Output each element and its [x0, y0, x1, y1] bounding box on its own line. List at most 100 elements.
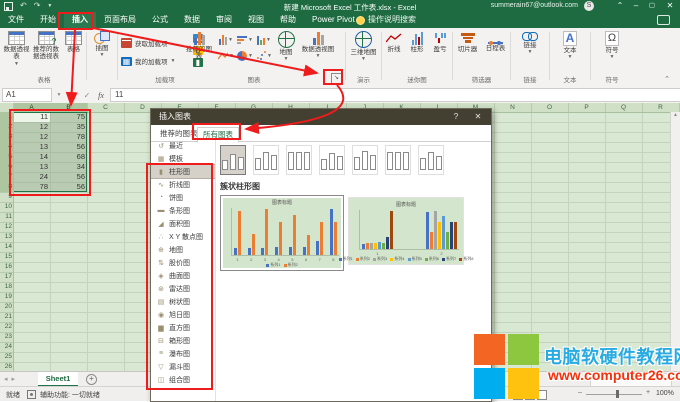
avatar[interactable]: S	[584, 1, 594, 11]
vertical-scrollbar[interactable]: ▲	[670, 112, 680, 371]
column-header-O[interactable]: O	[531, 103, 569, 112]
sparkline-line-button[interactable]: 折线	[383, 31, 405, 53]
symbols-button[interactable]: Ω 符号▼	[599, 31, 625, 59]
column-header-C[interactable]: C	[87, 103, 125, 112]
formula-bar-input[interactable]: 11	[110, 88, 680, 102]
column-header-N[interactable]: N	[494, 103, 532, 112]
cell-B1[interactable]: 75	[50, 112, 85, 122]
text-button[interactable]: A 文本▼	[557, 31, 583, 59]
recommended-pivottables-button[interactable]: 推荐的数据透视表	[31, 31, 61, 61]
chart-type-item[interactable]: ◫组合图	[151, 373, 215, 386]
new-sheet-icon[interactable]: +	[86, 374, 97, 385]
chart-type-item[interactable]: ◔饼图	[151, 191, 215, 204]
chart-type-item[interactable]: ⇅股价图	[151, 256, 215, 269]
maximize-icon[interactable]: ▢	[646, 1, 658, 11]
column-header-P[interactable]: P	[568, 103, 606, 112]
chart-type-item[interactable]: ▮柱形图	[151, 165, 215, 178]
chart-type-item[interactable]: ▬条形图	[151, 204, 215, 217]
minimize-icon[interactable]: –	[630, 1, 642, 11]
ribbon-tab-help[interactable]: 帮助	[272, 12, 304, 28]
cell-A1[interactable]: 11	[13, 112, 48, 122]
cell-B2[interactable]: 35	[50, 122, 85, 132]
macro-record-icon[interactable]	[27, 390, 36, 399]
column-header-R[interactable]: R	[642, 103, 680, 112]
account-email[interactable]: summerain67@outlook.com	[491, 2, 578, 9]
chart-type-item[interactable]: ▤树状图	[151, 295, 215, 308]
pivotchart-button[interactable]: 数据透视图▼	[300, 31, 336, 58]
chart-type-item[interactable]: ▆直方图	[151, 321, 215, 334]
column-subtype-thumb-2[interactable]	[253, 145, 279, 175]
cell-B4[interactable]: 56	[50, 142, 85, 152]
chart-type-item[interactable]: ⊟箱形图	[151, 334, 215, 347]
cell-A8[interactable]: 78	[13, 182, 48, 192]
insert-function-icon[interactable]: fx	[94, 91, 108, 100]
column-header-A[interactable]: A	[13, 103, 51, 113]
redo-icon[interactable]: ↷	[34, 1, 41, 11]
insert-column-chart-icon[interactable]: ▼	[218, 33, 234, 46]
collapse-ribbon-icon[interactable]: ⌃	[664, 75, 670, 83]
sheet-nav-arrows[interactable]: ◂▸	[4, 375, 19, 383]
column-subtype-thumb-4[interactable]	[319, 145, 345, 175]
chart-type-item[interactable]: ∿折线图	[151, 178, 215, 191]
table-button[interactable]: 表格	[62, 31, 85, 53]
slicer-button[interactable]: 切片器	[454, 31, 481, 53]
cell-B5[interactable]: 68	[50, 152, 85, 162]
row-header-26[interactable]: 26	[0, 362, 13, 371]
ribbon-tab-home[interactable]: 开始	[32, 12, 64, 28]
column-header-B[interactable]: B	[50, 103, 88, 113]
cell-A5[interactable]: 14	[13, 152, 48, 162]
name-box-dropdown-icon[interactable]: ▼	[52, 92, 66, 98]
chart-type-item[interactable]: ≡瀑布图	[151, 347, 215, 360]
confirm-entry-icon[interactable]: ✓	[80, 91, 94, 100]
recommended-charts-button[interactable]: 推荐的图表	[183, 31, 215, 61]
chart-preview-clustered[interactable]: 图表标题 12345678 系列1系列2	[220, 195, 344, 271]
pivottable-button[interactable]: 数据透视表▼	[3, 31, 30, 66]
cell-A2[interactable]: 12	[13, 122, 48, 132]
name-box[interactable]: A1	[2, 88, 52, 102]
cell-A6[interactable]: 13	[13, 162, 48, 172]
chart-type-item[interactable]: ↺最近	[151, 139, 215, 152]
chart-type-item[interactable]: ⊛雷达图	[151, 282, 215, 295]
timeline-button[interactable]: 日程表	[482, 31, 509, 52]
qat-dropdown-icon[interactable]: ▼	[47, 1, 52, 11]
column-header-Q[interactable]: Q	[605, 103, 643, 112]
tell-me-search[interactable]: 操作说明搜索	[346, 12, 416, 28]
chart-type-item[interactable]: ▦模板	[151, 152, 215, 165]
dialog-title-bar[interactable]: 插入图表	[151, 109, 491, 125]
chart-type-item[interactable]: ◢面积图	[151, 217, 215, 230]
cell-A7[interactable]: 24	[13, 172, 48, 182]
chart-type-item[interactable]: ∴X Y 散点图	[151, 230, 215, 243]
undo-icon[interactable]: ↶	[20, 1, 27, 11]
ribbon-tab-data[interactable]: 数据	[176, 12, 208, 28]
link-button[interactable]: 链接▼	[516, 31, 544, 54]
cell-A4[interactable]: 13	[13, 142, 48, 152]
dialog-close-icon[interactable]: ✕	[467, 109, 489, 125]
ribbon-tab-file[interactable]: 文件	[0, 12, 32, 28]
comment-icon[interactable]	[657, 15, 670, 25]
insert-pie-chart-icon[interactable]: ▼	[237, 49, 253, 62]
chart-type-item[interactable]: ◈曲面图	[151, 269, 215, 282]
cell-B7[interactable]: 56	[50, 172, 85, 182]
sparkline-winloss-button[interactable]: 盈亏	[429, 31, 451, 53]
ribbon-tab-page-layout[interactable]: 页面布局	[96, 12, 144, 28]
cancel-entry-icon[interactable]: ✕	[66, 91, 80, 100]
ribbon-tab-formulas[interactable]: 公式	[144, 12, 176, 28]
ribbon-display-options-icon[interactable]: ⌃	[614, 1, 626, 11]
my-addins-button[interactable]: ▦ 我的加载项▼	[121, 56, 175, 66]
cell-B8[interactable]: 56	[50, 182, 85, 192]
chart-type-item[interactable]: ⊕地图	[151, 243, 215, 256]
ribbon-tab-review[interactable]: 审阅	[208, 12, 240, 28]
close-icon[interactable]: ✕	[664, 1, 676, 11]
chart-preview-switched[interactable]: 图表标题 12 系列1系列2系列3系列4系列5系列6系列7系列8	[348, 197, 464, 265]
chart-type-item[interactable]: ◉旭日图	[151, 308, 215, 321]
charts-dialog-launcher[interactable]: ↘	[331, 73, 341, 83]
insert-scatter-chart-icon[interactable]: ▼	[256, 49, 272, 62]
insert-line-chart-icon[interactable]: ▼	[218, 49, 234, 62]
get-addins-button[interactable]: 获取加载项	[121, 38, 168, 48]
cell-B6[interactable]: 34	[50, 162, 85, 172]
column-subtype-thumb-6[interactable]	[385, 145, 411, 175]
column-subtype-thumb-3[interactable]	[286, 145, 312, 175]
chart-type-item[interactable]: ▽漏斗图	[151, 360, 215, 373]
3d-map-button[interactable]: 三维地图▼	[349, 31, 378, 61]
column-subtype-thumb-5[interactable]	[352, 145, 378, 175]
